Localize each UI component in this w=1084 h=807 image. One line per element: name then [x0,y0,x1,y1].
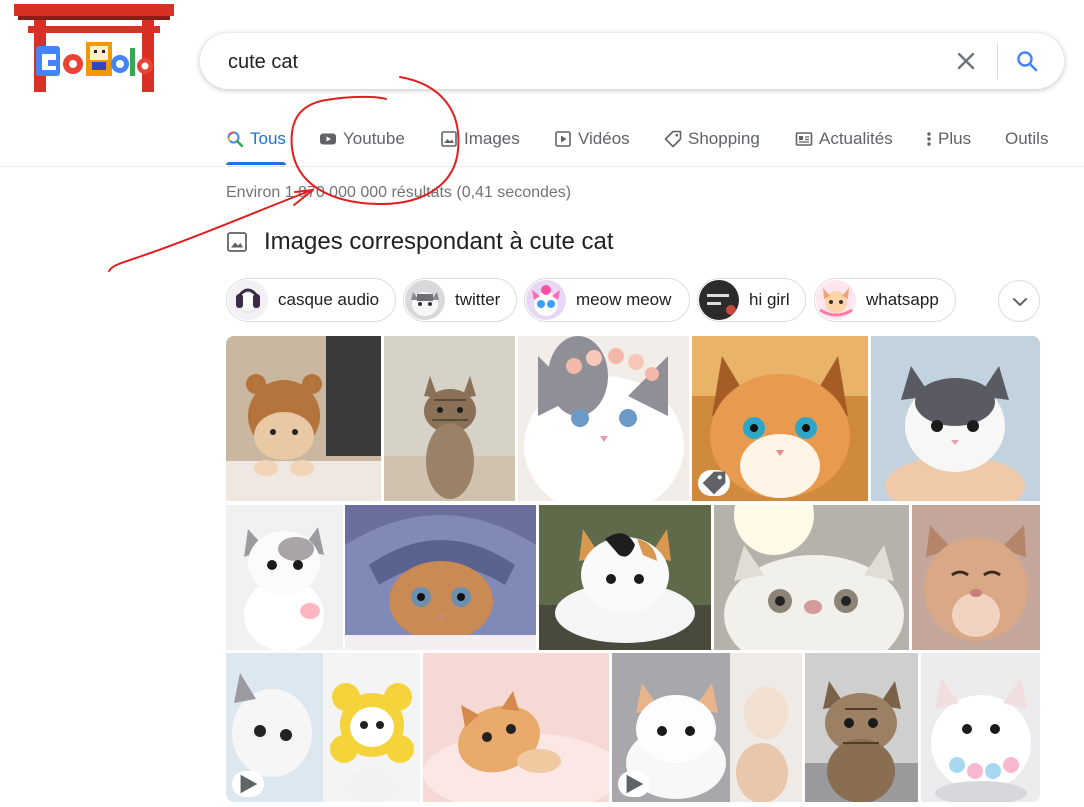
image-icon [440,130,458,148]
news-icon [795,130,813,148]
youtube-play-icon [319,130,337,148]
chip-label: meow meow [576,290,672,309]
search-input[interactable] [226,45,930,79]
chip-label: whatsapp [866,290,939,309]
video-badge [618,771,650,797]
image-result[interactable] [912,505,1040,650]
tab-videos[interactable]: Vidéos [554,120,630,164]
play-icon [626,774,644,794]
search-divider [997,43,998,79]
image-result[interactable] [692,336,868,501]
search-box [200,33,1064,89]
tab-label: Images [464,129,520,148]
chip-thumbnail [699,280,739,320]
chip-thumbnail [526,280,566,320]
image-result[interactable] [384,336,515,501]
video-icon [554,130,572,148]
tab-actualites[interactable]: Actualités [795,120,893,164]
images-section-title: Images correspondant à cute cat [264,228,614,255]
more-vertical-icon [924,130,934,148]
chip-whatsapp[interactable]: whatsapp [814,278,956,322]
chip-meow-meow[interactable]: meow meow [524,278,690,322]
image-result[interactable] [714,505,909,650]
video-badge [232,771,264,797]
image-result[interactable] [226,505,343,650]
google-doodle-logo[interactable] [14,2,174,92]
image-result[interactable] [612,653,802,802]
tab-label: Plus [938,129,972,148]
image-result[interactable] [345,505,536,650]
tab-label: Shopping [688,129,760,148]
tag-badge [698,470,730,496]
tab-outils[interactable]: Outils [1005,120,1048,164]
chip-thumbnail [405,280,445,320]
image-result[interactable] [871,336,1040,501]
image-result[interactable] [518,336,689,501]
image-result[interactable] [226,336,381,501]
search-tabs: Tous Youtube Images Vidéos Shopping Actu… [0,120,1084,167]
image-result[interactable] [423,653,609,802]
chip-thumbnail [228,280,268,320]
tab-label: Actualités [819,129,893,148]
tag-icon [702,471,726,495]
tag-icon [664,130,682,148]
image-result[interactable] [921,653,1040,802]
tab-plus[interactable]: Plus [924,120,971,164]
close-icon[interactable] [954,49,978,73]
tab-shopping[interactable]: Shopping [664,120,760,164]
tab-label: Tous [250,129,286,148]
image-results-grid [226,336,1040,802]
result-stats: Environ 1 870 000 000 résultats (0,41 se… [226,184,572,201]
chevron-down-icon [1013,298,1027,306]
tab-label: Outils [1005,129,1049,148]
tab-youtube[interactable]: Youtube [319,120,405,164]
chips-expand-button[interactable] [998,280,1040,322]
tab-tous[interactable]: Tous [226,120,286,165]
play-icon [240,774,258,794]
tab-images[interactable]: Images [440,120,520,164]
search-icon[interactable] [1015,49,1039,73]
chip-casque-audio[interactable]: casque audio [226,278,396,322]
search-icon [226,130,244,148]
chip-thumbnail [816,280,856,320]
tab-label: Vidéos [578,129,630,148]
image-result[interactable] [805,653,918,802]
image-icon [226,231,248,253]
images-section-header: Images correspondant à cute cat [226,228,614,256]
image-result[interactable] [226,653,420,802]
image-result[interactable] [539,505,711,650]
chip-label: casque audio [278,290,380,309]
tab-label: Youtube [343,129,405,148]
chip-label: hi girl [749,290,790,309]
chip-twitter[interactable]: twitter [403,278,517,322]
chip-label: twitter [455,290,501,309]
chip-hi-girl[interactable]: hi girl [697,278,806,322]
